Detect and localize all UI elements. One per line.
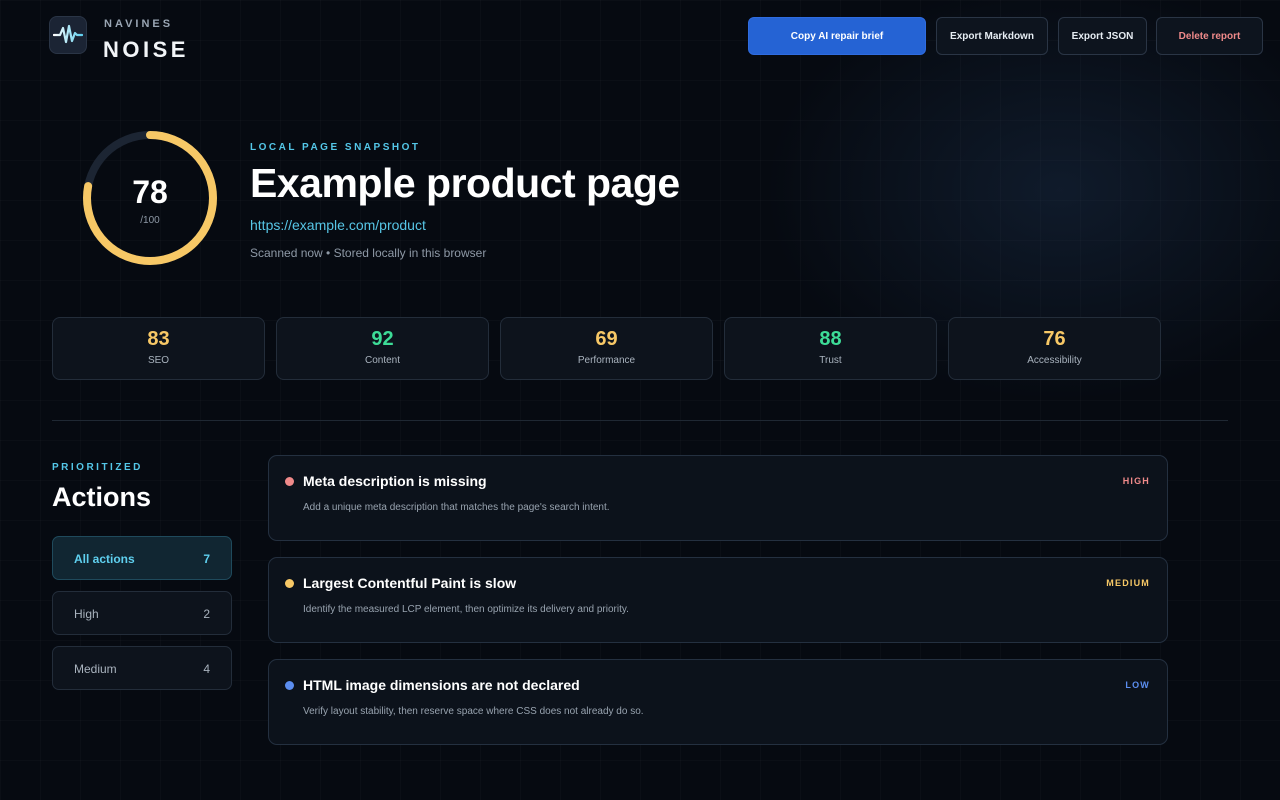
priority-badge: HIGH: [1122, 476, 1150, 486]
metric-label: SEO: [147, 355, 170, 366]
brand-name: NOISE: [103, 37, 189, 62]
action-card[interactable]: Largest Contentful Paint is slow Identif…: [268, 557, 1168, 643]
action-title: HTML image dimensions are not declared: [303, 677, 580, 693]
export-json-button[interactable]: Export JSON: [1058, 17, 1147, 55]
metric-label: Content: [364, 355, 401, 366]
metric-label: Accessibility: [1027, 355, 1082, 366]
metric-card-trust: 88 Trust: [724, 317, 937, 380]
report-page: NAVINES NOISE Copy AI repair brief Expor…: [0, 0, 1280, 800]
copy-ai-repair-brief-button[interactable]: Copy AI repair brief: [748, 17, 926, 55]
metric-value: 76: [1043, 328, 1066, 350]
filter-label: All actions: [74, 552, 135, 566]
page-title: Example product page: [250, 160, 680, 206]
action-description: Add a unique meta description that match…: [303, 502, 610, 513]
snapshot-eyebrow: LOCAL PAGE SNAPSHOT: [250, 142, 421, 153]
scan-meta: Scanned now • Stored locally in this bro…: [250, 246, 487, 260]
metric-card-content: 92 Content: [276, 317, 489, 380]
filter-count: 7: [203, 552, 210, 566]
delete-report-button[interactable]: Delete report: [1156, 17, 1263, 55]
actions-title: Actions: [52, 482, 152, 512]
app-logo[interactable]: [49, 16, 87, 54]
metric-card-accessibility: 76 Accessibility: [948, 317, 1161, 380]
actions-eyebrow: PRIORITIZED: [52, 462, 143, 473]
filter-medium[interactable]: Medium 4: [52, 646, 232, 690]
priority-badge: LOW: [1125, 680, 1150, 690]
action-description: Identify the measured LCP element, then …: [303, 604, 629, 615]
priority-dot: [285, 681, 294, 690]
filter-high[interactable]: High 2: [52, 591, 232, 635]
priority-dot: [285, 477, 294, 486]
metric-value: 83: [147, 328, 170, 350]
metric-card-seo: 83 SEO: [52, 317, 265, 380]
filter-label: Medium: [74, 662, 117, 676]
overall-score-max: /100: [140, 215, 160, 226]
metric-value: 88: [819, 328, 842, 350]
metric-value: 69: [595, 328, 618, 350]
action-title: Largest Contentful Paint is slow: [303, 575, 517, 591]
filter-all-actions[interactable]: All actions 7: [52, 536, 232, 580]
metric-card-performance: 69 Performance: [500, 317, 713, 380]
action-description: Verify layout stability, then reserve sp…: [303, 706, 644, 717]
brand-top-label: NAVINES: [104, 18, 174, 30]
filter-label: High: [74, 607, 99, 621]
page-url-link[interactable]: https://example.com/product: [250, 217, 426, 233]
priority-badge: MEDIUM: [1106, 578, 1150, 588]
action-card[interactable]: HTML image dimensions are not declared V…: [268, 659, 1168, 745]
waveform-icon: [53, 24, 83, 44]
filter-count: 4: [203, 662, 210, 676]
section-divider: [52, 420, 1228, 421]
metric-value: 92: [371, 328, 394, 350]
filter-count: 2: [203, 607, 210, 621]
priority-dot: [285, 579, 294, 588]
metric-label: Trust: [819, 355, 842, 366]
metric-label: Performance: [577, 355, 636, 366]
action-card[interactable]: Meta description is missing Add a unique…: [268, 455, 1168, 541]
overall-score: 78: [132, 174, 168, 210]
export-markdown-button[interactable]: Export Markdown: [936, 17, 1048, 55]
action-title: Meta description is missing: [303, 473, 487, 489]
